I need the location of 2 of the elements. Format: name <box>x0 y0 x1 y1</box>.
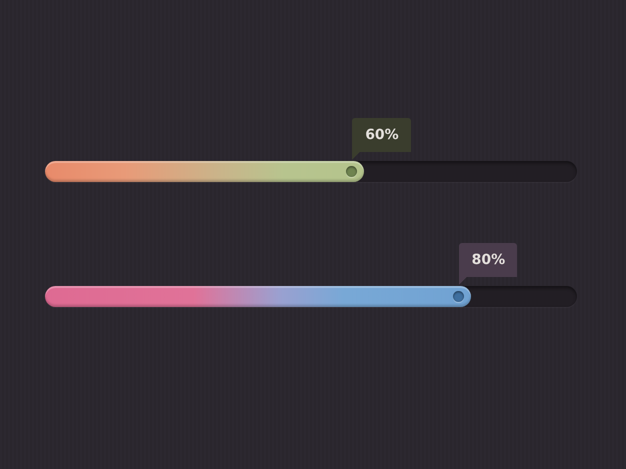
value-tooltip: 80% <box>458 243 518 285</box>
value-tooltip: 60% <box>352 118 411 160</box>
